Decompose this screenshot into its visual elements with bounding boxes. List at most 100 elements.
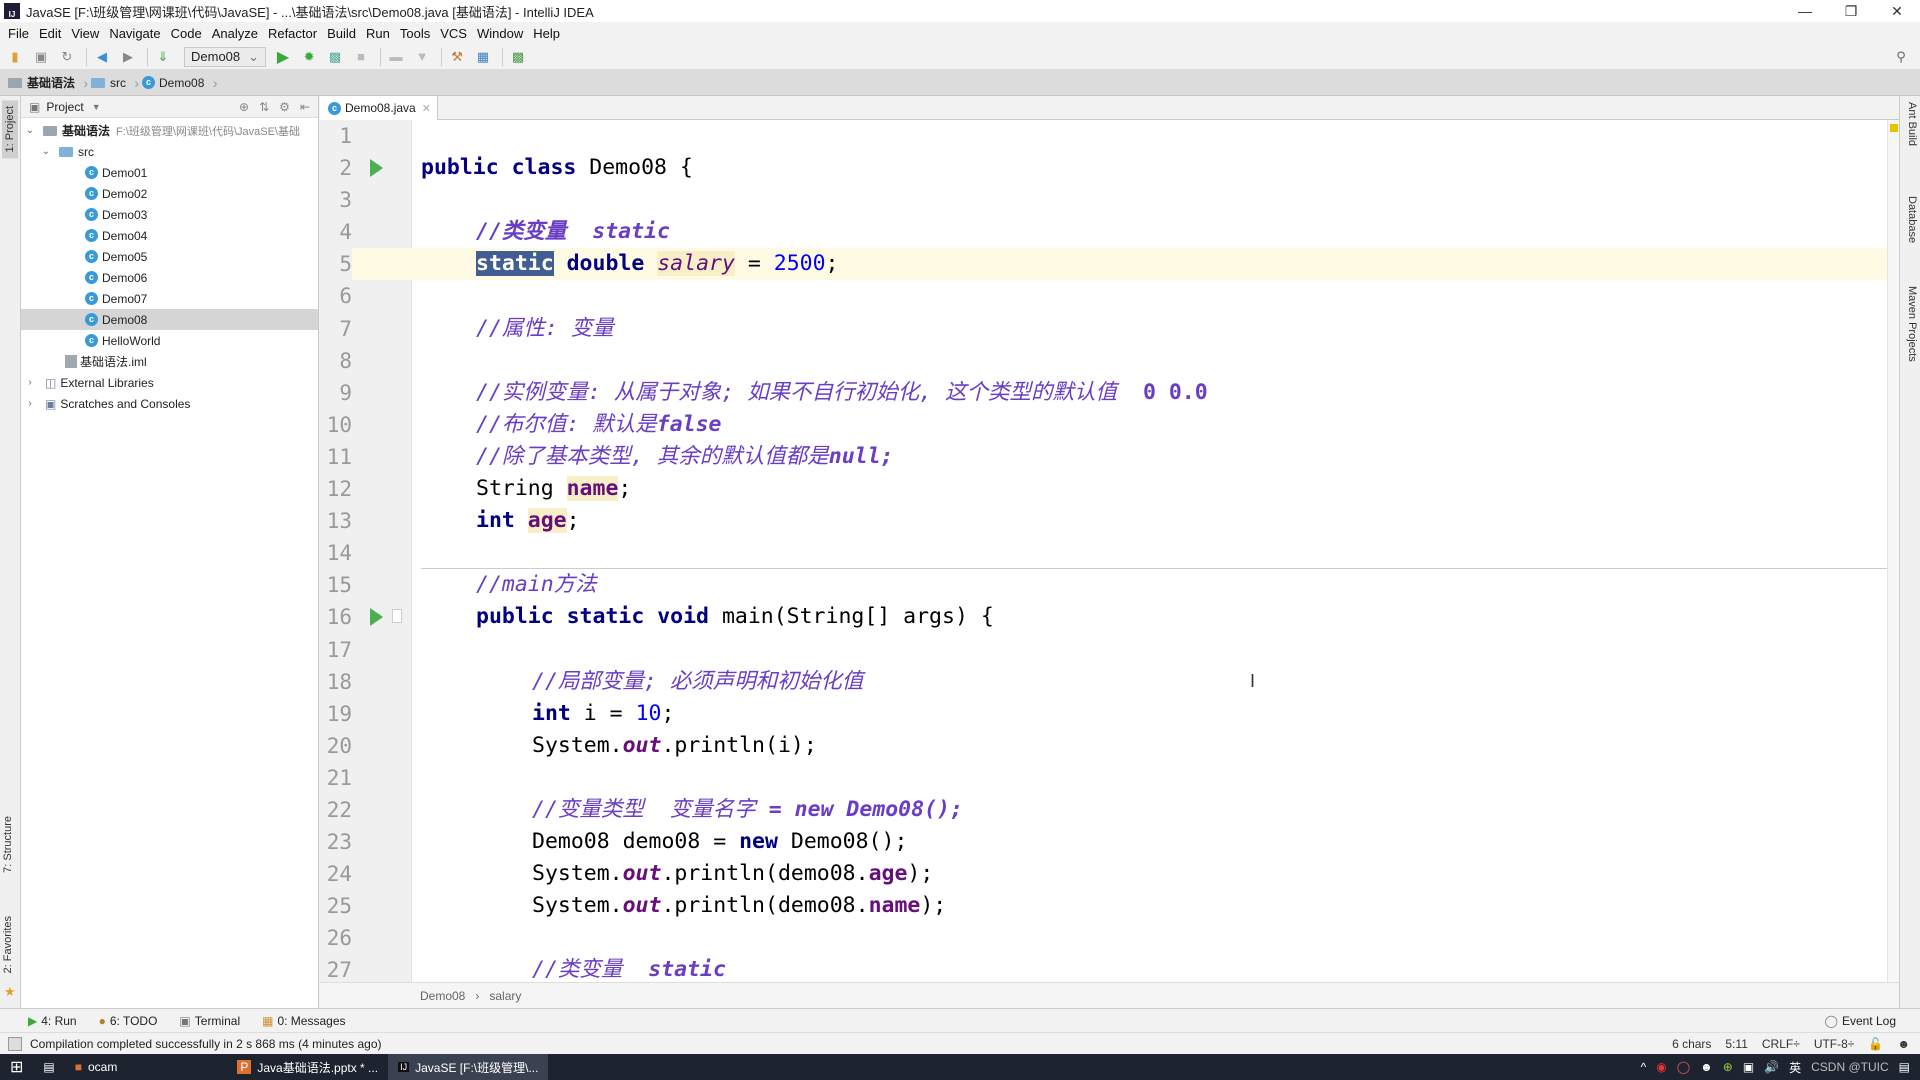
breadcrumb-class[interactable]: c Demo08 — [142, 75, 218, 91]
messages-tool-button[interactable]: ▦ 0: Messages — [262, 1014, 345, 1028]
tree-node-class[interactable]: c Demo02 — [21, 183, 318, 204]
tree-node-class[interactable]: c HelloWorld — [21, 330, 318, 351]
menu-build[interactable]: Build — [323, 26, 362, 41]
minimize-button[interactable]: — — [1782, 0, 1828, 22]
tree-node-class[interactable]: c Demo05 — [21, 246, 318, 267]
tree-node-class[interactable]: c Demo06 — [21, 267, 318, 288]
encoding[interactable]: UTF-8÷ — [1814, 1037, 1855, 1051]
hide-icon[interactable]: ⇤ — [300, 100, 310, 114]
tree-node-class[interactable]: c Demo07 — [21, 288, 318, 309]
project-view-select[interactable]: Project — [46, 100, 83, 114]
menu-file[interactable]: File — [4, 26, 35, 41]
menu-tools[interactable]: Tools — [396, 26, 436, 41]
tree-node-external-libraries[interactable]: › ◫ External Libraries — [21, 372, 318, 393]
netease-music-icon[interactable]: ◉ — [1656, 1060, 1666, 1074]
coverage-icon[interactable]: ▩ — [324, 46, 346, 68]
menu-help[interactable]: Help — [529, 26, 566, 41]
tree-node-class[interactable]: c Demo04 — [21, 225, 318, 246]
database-tool-button[interactable]: Database — [1906, 196, 1918, 243]
plus-app-icon[interactable]: ⊕ — [1723, 1060, 1733, 1074]
restore-button[interactable]: ❐ — [1828, 0, 1874, 22]
breadcrumb-module[interactable]: 基础语法 — [8, 74, 88, 91]
chevron-down-icon[interactable]: ▼ — [92, 102, 101, 112]
event-log-button[interactable]: ◯ Event Log — [1825, 1014, 1896, 1028]
volume-icon[interactable]: 🔊 — [1764, 1060, 1779, 1074]
menu-view[interactable]: View — [67, 26, 105, 41]
taskbar-item-pptx[interactable]: P Java基础语法.pptx * ... — [227, 1054, 388, 1080]
open-icon[interactable]: ▮ — [4, 46, 26, 68]
menu-edit[interactable]: Edit — [35, 26, 67, 41]
notification-icon[interactable]: ▤ — [1899, 1060, 1910, 1074]
lock-icon[interactable]: 🔓 — [1868, 1037, 1883, 1051]
qq-icon[interactable]: ☻ — [1700, 1060, 1713, 1074]
structure-tool-button[interactable]: 7: Structure — [2, 816, 14, 873]
structure-icon[interactable]: ▦ — [472, 46, 494, 68]
task-view-button[interactable]: ▤ — [33, 1054, 64, 1080]
ant-build-tool-button[interactable]: Ant Build — [1906, 102, 1918, 146]
tree-node-class-selected[interactable]: c Demo08 — [21, 309, 318, 330]
chevron-right-icon[interactable]: › — [23, 377, 37, 388]
stop-icon[interactable]: ■ — [350, 46, 372, 68]
menu-refactor[interactable]: Refactor — [264, 26, 323, 41]
start-button[interactable]: ⊞ — [0, 1054, 33, 1080]
menu-analyze[interactable]: Analyze — [208, 26, 264, 41]
save-icon[interactable]: ▣ — [30, 46, 52, 68]
sdk-icon[interactable]: ▼ — [411, 46, 433, 68]
tree-node-iml[interactable]: 基础语法.iml — [21, 351, 318, 372]
run-gutter-icon[interactable] — [370, 608, 383, 627]
tray-expand-icon[interactable]: ^ — [1641, 1060, 1647, 1074]
menu-code[interactable]: Code — [167, 26, 208, 41]
project-tool-button[interactable]: 1: Project — [2, 100, 18, 159]
maven-tool-button[interactable]: Maven Projects — [1906, 286, 1918, 362]
search-icon[interactable]: ⚲ — [1890, 46, 1912, 68]
run-tool-button[interactable]: ▶ 4: Run — [28, 1014, 77, 1028]
favorites-tool-button[interactable]: 2: Favorites — [2, 916, 14, 973]
project-structure-icon[interactable]: ▬ — [385, 46, 407, 68]
menu-run[interactable]: Run — [362, 26, 396, 41]
line-separator[interactable]: CRLF÷ — [1762, 1037, 1800, 1051]
tree-node-scratches[interactable]: › ▣ Scratches and Consoles — [21, 393, 318, 414]
close-button[interactable]: ✕ — [1874, 0, 1920, 22]
chevron-down-icon[interactable]: ⌄ — [39, 146, 53, 157]
menu-navigate[interactable]: Navigate — [105, 26, 166, 41]
collapse-icon[interactable]: ⇅ — [259, 100, 269, 114]
menu-window[interactable]: Window — [473, 26, 529, 41]
locate-icon[interactable]: ⊕ — [239, 100, 249, 114]
taskbar-item-ocam[interactable]: ■ ocam — [65, 1054, 128, 1080]
code-breadcrumb-class[interactable]: Demo08 — [420, 989, 465, 1003]
run-icon[interactable]: ▶ — [272, 46, 294, 68]
fold-icon[interactable] — [392, 609, 402, 624]
breadcrumb-src[interactable]: src — [91, 75, 139, 91]
tab-demo08[interactable]: c Demo08.java ✕ — [320, 96, 438, 120]
network-icon[interactable]: ▣ — [1743, 1060, 1754, 1074]
tree-node-class[interactable]: c Demo03 — [21, 204, 318, 225]
terminal-tool-button[interactable]: ▣ Terminal — [179, 1014, 240, 1028]
taskbar-item-intellij[interactable]: IJ JavaSE [F:\班级管理\... — [388, 1054, 549, 1080]
record-icon[interactable]: ◯ — [1677, 1060, 1690, 1074]
run-config-select[interactable]: Demo08 ⌄ — [184, 46, 267, 67]
tree-node-class[interactable]: c Demo01 — [21, 162, 318, 183]
run-gutter-icon[interactable] — [370, 159, 383, 178]
code-editor[interactable]: c Demo08.java ✕ 1 2 public class Demo08 { 3… — [320, 96, 1899, 1008]
input-language-icon[interactable]: 英 — [1789, 1059, 1801, 1076]
chevron-down-icon[interactable]: ⌄ — [23, 125, 37, 136]
close-tab-icon[interactable]: ✕ — [422, 102, 431, 115]
debug-icon[interactable]: ✹ — [298, 46, 320, 68]
menu-vcs[interactable]: VCS — [436, 26, 473, 41]
build-icon[interactable]: ⇓ — [152, 46, 174, 68]
code-breadcrumb-field[interactable]: salary — [489, 989, 521, 1003]
forward-icon[interactable]: ▶ — [117, 46, 139, 68]
todo-tool-button[interactable]: ● 6: TODO — [99, 1014, 158, 1028]
back-icon[interactable]: ◀ — [91, 46, 113, 68]
sync-icon[interactable]: ↻ — [56, 46, 78, 68]
gear-icon[interactable]: ⚙ — [279, 100, 290, 114]
tree-node-src[interactable]: ⌄ src — [21, 141, 318, 162]
tree-node-module[interactable]: ⌄ 基础语法 F:\班级管理\网课班\代码\JavaSE\基础 — [21, 120, 318, 141]
vcs-icon[interactable]: ▩ — [507, 46, 529, 68]
chevron-right-icon[interactable]: › — [23, 398, 37, 409]
settings-icon[interactable]: ⚒ — [446, 46, 468, 68]
inspector-icon[interactable]: ☻ — [1897, 1037, 1910, 1051]
cursor-position[interactable]: 5:11 — [1725, 1037, 1747, 1051]
status-toggle-icon[interactable] — [8, 1036, 22, 1051]
editor-scrollbar[interactable] — [1887, 120, 1899, 982]
